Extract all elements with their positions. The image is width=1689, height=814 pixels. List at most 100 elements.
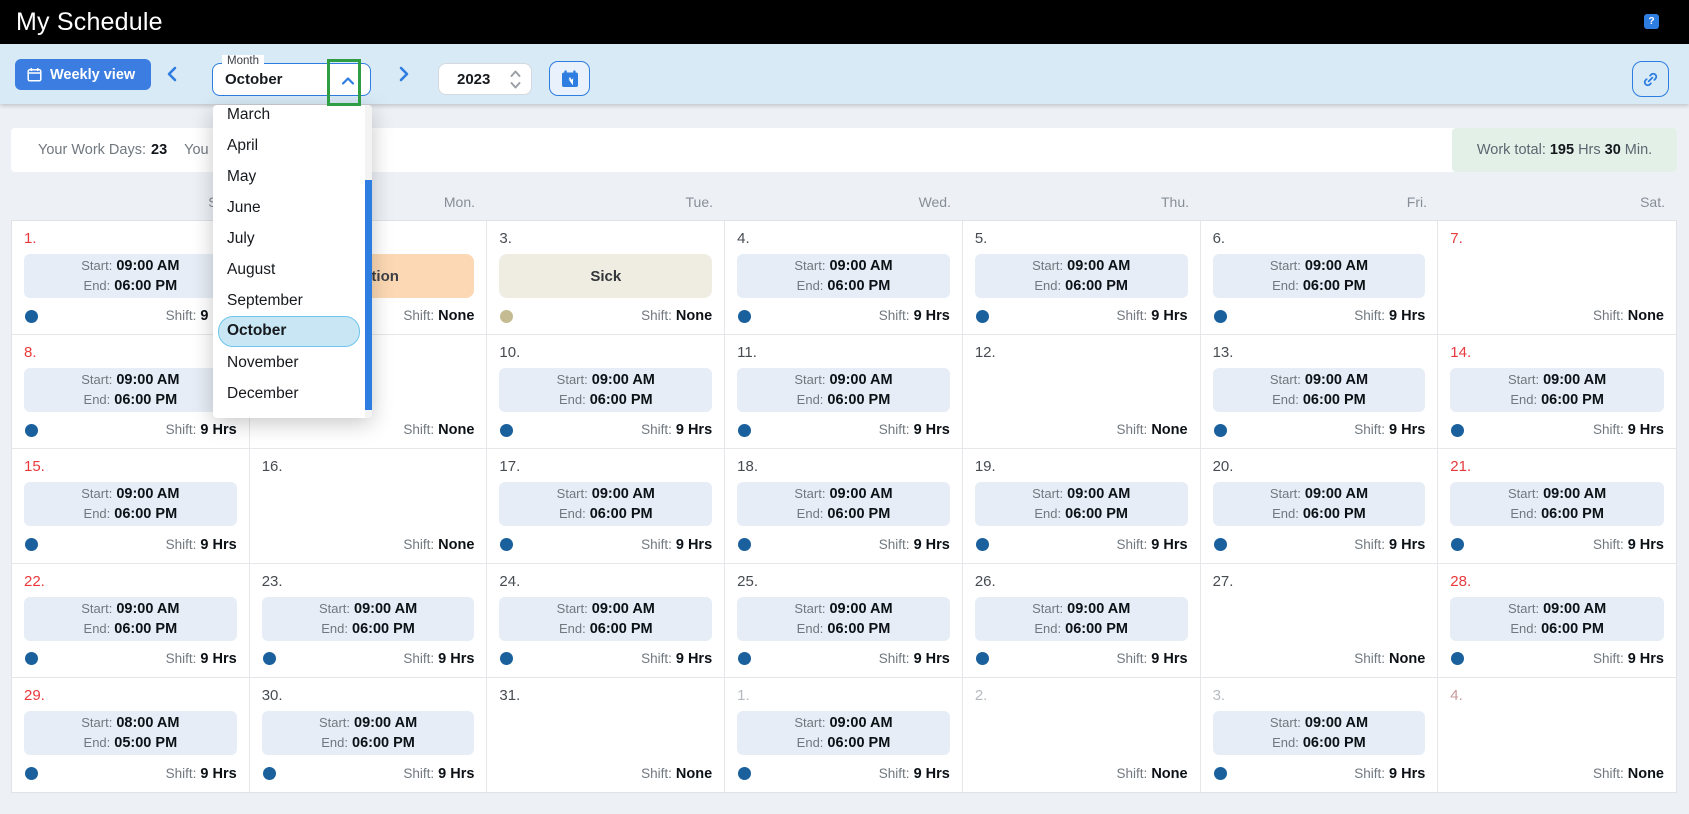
month-option-may[interactable]: May: [213, 161, 365, 192]
shift-time-box[interactable]: Start:09:00 AMEnd:06:00 PM: [24, 254, 237, 298]
shift-start-value: 09:00 AM: [592, 486, 655, 502]
weekly-view-button[interactable]: Weekly view: [15, 59, 151, 90]
cell-footer: Shift:None: [1213, 650, 1426, 668]
shift-time-box[interactable]: Start:09:00 AMEnd:06:00 PM: [1213, 254, 1426, 298]
shift-end: End:06:00 PM: [321, 619, 415, 639]
shift-time-box[interactable]: Start:09:00 AMEnd:06:00 PM: [499, 597, 712, 641]
shift-time-box[interactable]: Start:09:00 AMEnd:06:00 PM: [1213, 482, 1426, 526]
calendar-day-cell[interactable]: 18.Start:09:00 AMEnd:06:00 PMShift:9 Hrs: [725, 449, 963, 563]
shift-total: Shift:9 Hrs: [166, 537, 237, 553]
shift-time-box[interactable]: Start:09:00 AMEnd:06:00 PM: [499, 368, 712, 412]
work-days-value: 23: [151, 142, 167, 158]
calendar-day-cell[interactable]: 13.Start:09:00 AMEnd:06:00 PMShift:9 Hrs: [1201, 335, 1439, 449]
shift-start: Start:09:00 AM: [81, 484, 179, 504]
calendar-day-cell[interactable]: 26.Start:09:00 AMEnd:06:00 PMShift:9 Hrs: [963, 564, 1201, 678]
month-option-march[interactable]: March: [213, 105, 365, 130]
shift-time-box[interactable]: Start:09:00 AMEnd:06:00 PM: [1213, 711, 1426, 755]
help-icon[interactable]: ?: [1644, 14, 1659, 29]
shift-time-box[interactable]: Start:09:00 AMEnd:06:00 PM: [975, 482, 1188, 526]
month-select[interactable]: Month October: [212, 63, 371, 96]
shift-status-dot: [738, 538, 751, 551]
calendar-day-cell[interactable]: 20.Start:09:00 AMEnd:06:00 PMShift:9 Hrs: [1201, 449, 1439, 563]
calendar-day-cell[interactable]: 21.Start:09:00 AMEnd:06:00 PMShift:9 Hrs: [1438, 449, 1676, 563]
dropdown-scrollbar-track[interactable]: [365, 105, 372, 418]
shift-time-box[interactable]: Start:08:00 AMEnd:05:00 PM: [24, 711, 237, 755]
calendar-day-cell[interactable]: 1.Start:09:00 AMEnd:06:00 PMShift:9 Hrs: [725, 678, 963, 792]
shift-total-value: None: [676, 308, 712, 324]
calendar-day-cell[interactable]: 4.Start:09:00 AMEnd:06:00 PMShift:9 Hrs: [725, 221, 963, 335]
calendar-day-cell[interactable]: 29.Start:08:00 AMEnd:05:00 PMShift:9 Hrs: [12, 678, 250, 792]
shift-time-box[interactable]: Start:09:00 AMEnd:06:00 PM: [1450, 597, 1664, 641]
shift-time-box[interactable]: Start:09:00 AMEnd:06:00 PM: [1450, 368, 1664, 412]
calendar-day-cell[interactable]: 16.Shift:None: [250, 449, 488, 563]
calendar-day-cell[interactable]: 7.Shift:None: [1438, 221, 1676, 335]
calendar-day-cell[interactable]: 30.Start:09:00 AMEnd:06:00 PMShift:9 Hrs: [250, 678, 488, 792]
shift-time-box[interactable]: Start:09:00 AMEnd:06:00 PM: [262, 597, 475, 641]
month-option-november[interactable]: November: [213, 347, 365, 378]
shift-end-value: 06:00 PM: [590, 506, 653, 522]
shift-total: Shift:9 Hrs: [403, 651, 474, 667]
month-option-july[interactable]: July: [213, 223, 365, 254]
shift-time-box[interactable]: Start:09:00 AMEnd:06:00 PM: [737, 368, 950, 412]
calendar-day-cell[interactable]: 3.Start:09:00 AMEnd:06:00 PMShift:9 Hrs: [1201, 678, 1439, 792]
shift-time-box[interactable]: Start:09:00 AMEnd:06:00 PM: [1450, 482, 1664, 526]
shift-time-box[interactable]: Start:09:00 AMEnd:06:00 PM: [737, 254, 950, 298]
previous-month-button[interactable]: [162, 64, 184, 86]
shift-time-box[interactable]: Start:09:00 AMEnd:06:00 PM: [737, 482, 950, 526]
shift-start-value: 09:00 AM: [1543, 372, 1606, 388]
calendar-day-cell[interactable]: 17.Start:09:00 AMEnd:06:00 PMShift:9 Hrs: [487, 449, 725, 563]
calendar-day-cell[interactable]: 2.Shift:None: [963, 678, 1201, 792]
calendar-day-cell[interactable]: 11.Start:09:00 AMEnd:06:00 PMShift:9 Hrs: [725, 335, 963, 449]
month-option-december[interactable]: December: [213, 378, 365, 409]
calendar-day-cell[interactable]: 22.Start:09:00 AMEnd:06:00 PMShift:9 Hrs: [12, 564, 250, 678]
calendar-day-cell[interactable]: 25.Start:09:00 AMEnd:06:00 PMShift:9 Hrs: [725, 564, 963, 678]
shift-time-box[interactable]: Start:09:00 AMEnd:06:00 PM: [24, 368, 237, 412]
calendar-day-cell[interactable]: 10.Start:09:00 AMEnd:06:00 PMShift:9 Hrs: [487, 335, 725, 449]
absence-shift-box[interactable]: Sick: [499, 254, 712, 298]
month-select-value: October: [225, 71, 283, 88]
calendar-day-cell[interactable]: 3.SickShift:None: [487, 221, 725, 335]
shift-time-box[interactable]: Start:09:00 AMEnd:06:00 PM: [1213, 368, 1426, 412]
month-option-august[interactable]: August: [213, 254, 365, 285]
shift-time-box[interactable]: Start:09:00 AMEnd:06:00 PM: [737, 711, 950, 755]
shift-time-box[interactable]: Start:09:00 AMEnd:06:00 PM: [24, 482, 237, 526]
shift-status-dot: [976, 538, 989, 551]
calendar-day-cell[interactable]: 12.Shift:None: [963, 335, 1201, 449]
shift-time-box[interactable]: Start:09:00 AMEnd:06:00 PM: [24, 597, 237, 641]
shift-status-dot: [738, 767, 751, 780]
chevron-up-icon[interactable]: [339, 72, 357, 95]
shift-total-value: 9 Hrs: [438, 651, 474, 667]
shift-total: Shift:9 Hrs: [1117, 651, 1188, 667]
calendar-day-cell[interactable]: 5.Start:09:00 AMEnd:06:00 PMShift:9 Hrs: [963, 221, 1201, 335]
calendar-day-cell[interactable]: 24.Start:09:00 AMEnd:06:00 PMShift:9 Hrs: [487, 564, 725, 678]
calendar-day-cell[interactable]: 28.Start:09:00 AMEnd:06:00 PMShift:9 Hrs: [1438, 564, 1676, 678]
shift-time-box[interactable]: Start:09:00 AMEnd:06:00 PM: [975, 597, 1188, 641]
calendar-day-cell[interactable]: 15.Start:09:00 AMEnd:06:00 PMShift:9 Hrs: [12, 449, 250, 563]
calendar-day-cell[interactable]: 31.Shift:None: [487, 678, 725, 792]
calendar-day-cell[interactable]: 4.Shift:None: [1438, 678, 1676, 792]
month-option-june[interactable]: June: [213, 192, 365, 223]
month-option-october[interactable]: October: [218, 316, 360, 347]
shift-end-value: 06:00 PM: [1303, 735, 1366, 751]
calendar-day-cell[interactable]: 6.Start:09:00 AMEnd:06:00 PMShift:9 Hrs: [1201, 221, 1439, 335]
shift-total-value: None: [438, 422, 474, 438]
month-option-april[interactable]: April: [213, 130, 365, 161]
shift-time-box[interactable]: Start:09:00 AMEnd:06:00 PM: [975, 254, 1188, 298]
calendar-day-cell[interactable]: 23.Start:09:00 AMEnd:06:00 PMShift:9 Hrs: [250, 564, 488, 678]
year-spinner[interactable]: 2023: [438, 63, 532, 95]
calendar-day-cell[interactable]: 19.Start:09:00 AMEnd:06:00 PMShift:9 Hrs: [963, 449, 1201, 563]
year-stepper-buttons[interactable]: [509, 68, 522, 91]
calendar-day-cell[interactable]: 14.Start:09:00 AMEnd:06:00 PMShift:9 Hrs: [1438, 335, 1676, 449]
go-to-today-button[interactable]: [549, 61, 590, 96]
day-number: 14.: [1450, 344, 1664, 361]
month-option-september[interactable]: September: [213, 285, 365, 316]
shift-start: Start:09:00 AM: [1508, 599, 1606, 619]
shift-time-box[interactable]: Start:09:00 AMEnd:06:00 PM: [499, 482, 712, 526]
shift-total: Shift:9 Hrs: [641, 422, 712, 438]
next-month-button[interactable]: [392, 64, 414, 86]
calendar-day-cell[interactable]: 27.Shift:None: [1201, 564, 1439, 678]
shift-time-box[interactable]: Start:09:00 AMEnd:06:00 PM: [737, 597, 950, 641]
shift-time-box[interactable]: Start:09:00 AMEnd:06:00 PM: [262, 711, 475, 755]
copy-link-button[interactable]: [1632, 61, 1669, 97]
dropdown-scrollbar-thumb[interactable]: [365, 180, 372, 410]
